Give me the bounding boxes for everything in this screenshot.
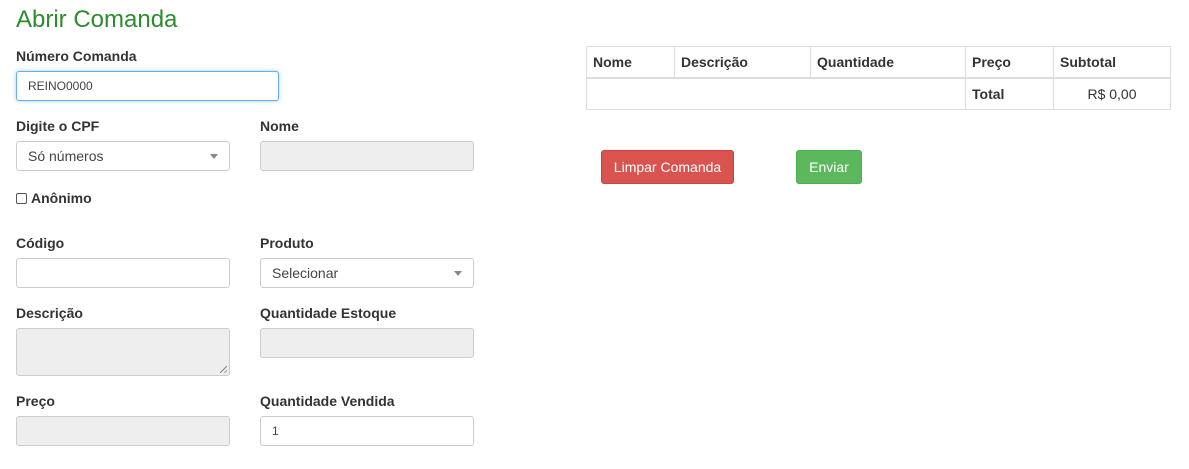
codigo-label: Código [16,235,65,251]
total-label: Total [965,77,1054,110]
codigo-input[interactable] [16,258,230,288]
preco-input [16,416,230,446]
preco-label: Preço [16,393,55,409]
caret-down-icon [210,153,218,159]
anonimo-checkbox-group[interactable]: Anônimo [16,190,92,206]
column-header-subtotal: Subtotal [1053,46,1171,79]
cpf-select[interactable]: Só números [16,141,230,171]
quantidade-estoque-input [260,328,474,358]
limpar-comanda-button[interactable]: Limpar Comanda [601,150,734,184]
nome-input [260,141,474,171]
column-header-descricao: Descrição [674,46,811,79]
descricao-label: Descrição [16,305,83,321]
quantidade-vendida-label: Quantidade Vendida [260,393,395,409]
column-header-preco: Preço [965,46,1054,79]
table-header-row: Nome Descrição Quantidade Preço Subtotal [586,46,1171,79]
anonimo-checkbox[interactable] [16,192,27,204]
resize-handle-icon [220,366,227,373]
quantidade-vendida-input[interactable]: 1 [260,416,474,446]
table-total-row: Total R$ 0,00 [586,77,1171,110]
produto-select[interactable]: Selecionar [260,258,474,288]
descricao-textarea [16,328,230,376]
numero-comanda-label: Número Comanda [16,48,137,64]
total-row-spacer [586,77,966,110]
produto-label: Produto [260,235,314,251]
produto-select-value: Selecionar [272,265,339,281]
quantidade-estoque-label: Quantidade Estoque [260,305,397,321]
nome-label: Nome [260,118,299,134]
total-value: R$ 0,00 [1053,77,1171,110]
anonimo-label: Anônimo [31,190,92,206]
items-table: Nome Descrição Quantidade Preço Subtotal… [586,46,1171,110]
caret-down-icon [454,270,462,276]
column-header-nome: Nome [586,46,675,79]
cpf-label: Digite o CPF [16,118,100,134]
numero-comanda-value: REINO0000 [28,79,93,93]
quantidade-vendida-value: 1 [272,424,279,438]
column-header-quantidade: Quantidade [810,46,966,79]
page-title: Abrir Comanda [16,6,178,33]
numero-comanda-input[interactable]: REINO0000 [16,71,279,101]
cpf-select-value: Só números [28,148,104,164]
enviar-button[interactable]: Enviar [796,150,862,184]
